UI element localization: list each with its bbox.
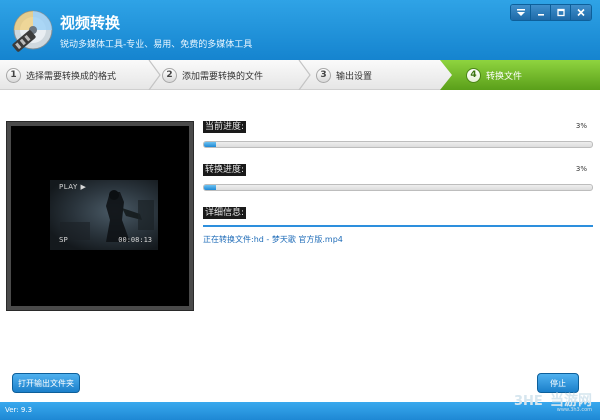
step-1[interactable]: 1 选择需要转换成的格式 bbox=[0, 60, 150, 90]
watermark-site: www.3h3.com bbox=[556, 407, 592, 413]
window-controls bbox=[510, 4, 592, 21]
current-progress-header: 当前进度: 3% bbox=[203, 121, 593, 135]
total-progress-label: 转换进度: bbox=[203, 164, 247, 176]
watermark: 3HE 当游网 www.3h3.com bbox=[514, 390, 592, 413]
step-wizard-bar: 1 选择需要转换成的格式 2 添加需要转换的文件 3 输出设置 4 转换文件 bbox=[0, 60, 600, 90]
close-icon bbox=[577, 8, 585, 17]
dropdown-menu-icon bbox=[516, 9, 525, 16]
current-progress-percent: 3% bbox=[575, 122, 587, 130]
maximize-icon bbox=[556, 8, 565, 17]
details-header: 详细信息: bbox=[203, 207, 593, 221]
step-separator-icon bbox=[148, 60, 161, 90]
video-preview-panel: PLAY ▶ SP 00:08:13 bbox=[6, 121, 194, 311]
watermark-logo-icon: 3HE bbox=[514, 394, 543, 408]
version-label: Ver: 9.3 bbox=[5, 406, 33, 414]
current-progress-fill bbox=[204, 142, 216, 147]
details-label: 详细信息: bbox=[203, 207, 247, 219]
step-label: 添加需要转换的文件 bbox=[182, 71, 264, 82]
step-4[interactable]: 4 转换文件 bbox=[466, 60, 586, 90]
video-thumbnail: PLAY ▶ SP 00:08:13 bbox=[50, 180, 158, 250]
step-label: 转换文件 bbox=[486, 71, 523, 82]
details-message: 正在转换文件:hd - 梦天歌 官方版.mp4 bbox=[203, 235, 343, 244]
open-output-folder-button[interactable]: 打开输出文件夹 bbox=[12, 373, 80, 393]
step-2[interactable]: 2 添加需要转换的文件 bbox=[162, 60, 310, 90]
step-number: 1 bbox=[6, 67, 21, 83]
step-number: 3 bbox=[316, 67, 331, 83]
video-preview-screen: PLAY ▶ SP 00:08:13 bbox=[11, 126, 189, 306]
app-title: 视频转换 bbox=[60, 14, 121, 32]
minimize-button[interactable] bbox=[531, 5, 551, 20]
close-button[interactable] bbox=[571, 5, 591, 20]
current-progress-bar bbox=[203, 141, 593, 148]
dropdown-menu-button[interactable] bbox=[511, 5, 531, 20]
app-subtitle: 锐动多媒体工具-专业、易用、免费的多媒体工具 bbox=[60, 40, 253, 50]
step-label: 输出设置 bbox=[336, 71, 373, 82]
total-progress-header: 转换进度: 3% bbox=[203, 164, 593, 178]
current-progress-label: 当前进度: bbox=[203, 121, 247, 133]
total-progress-bar bbox=[203, 184, 593, 191]
step-separator-icon bbox=[298, 60, 311, 90]
step-label: 选择需要转换成的格式 bbox=[26, 71, 117, 82]
minimize-icon bbox=[537, 14, 544, 16]
svg-text:3HE: 3HE bbox=[514, 394, 543, 408]
progress-area: 当前进度: 3% 转换进度: 3% 详细信息: 正在转换文件:hd - 梦天歌 … bbox=[203, 121, 593, 245]
step-3[interactable]: 3 输出设置 bbox=[316, 60, 446, 90]
step-number: 4 bbox=[466, 67, 481, 83]
timecode-label: 00:08:13 bbox=[118, 236, 152, 244]
step-number: 2 bbox=[162, 67, 177, 83]
play-overlay-label: PLAY ▶ bbox=[59, 183, 87, 191]
details-divider bbox=[203, 225, 593, 227]
total-progress-fill bbox=[204, 185, 216, 190]
sp-overlay-label: SP bbox=[59, 236, 68, 244]
total-progress-percent: 3% bbox=[575, 165, 587, 173]
maximize-button[interactable] bbox=[551, 5, 571, 20]
title-bar: 视频转换 锐动多媒体工具-专业、易用、免费的多媒体工具 bbox=[0, 0, 600, 60]
video-disc-logo-icon bbox=[12, 10, 53, 52]
status-bar: Ver: 9.3 3HE 当游网 www.3h3.com bbox=[0, 393, 600, 420]
